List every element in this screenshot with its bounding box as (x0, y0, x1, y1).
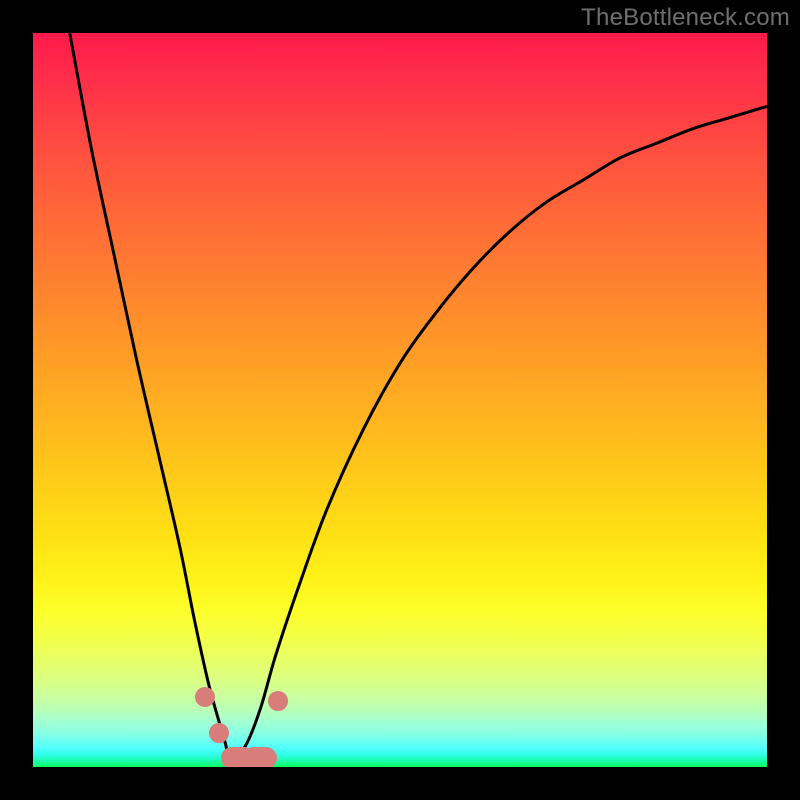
plot-area (33, 33, 767, 767)
curve-line (70, 33, 767, 760)
chart-frame: TheBottleneck.com (0, 0, 800, 800)
curve-marker (268, 691, 288, 711)
bottleneck-curve (33, 33, 767, 767)
curve-marker (209, 723, 229, 743)
curve-marker (243, 747, 277, 767)
curve-marker (195, 687, 215, 707)
watermark-text: TheBottleneck.com (581, 4, 790, 32)
